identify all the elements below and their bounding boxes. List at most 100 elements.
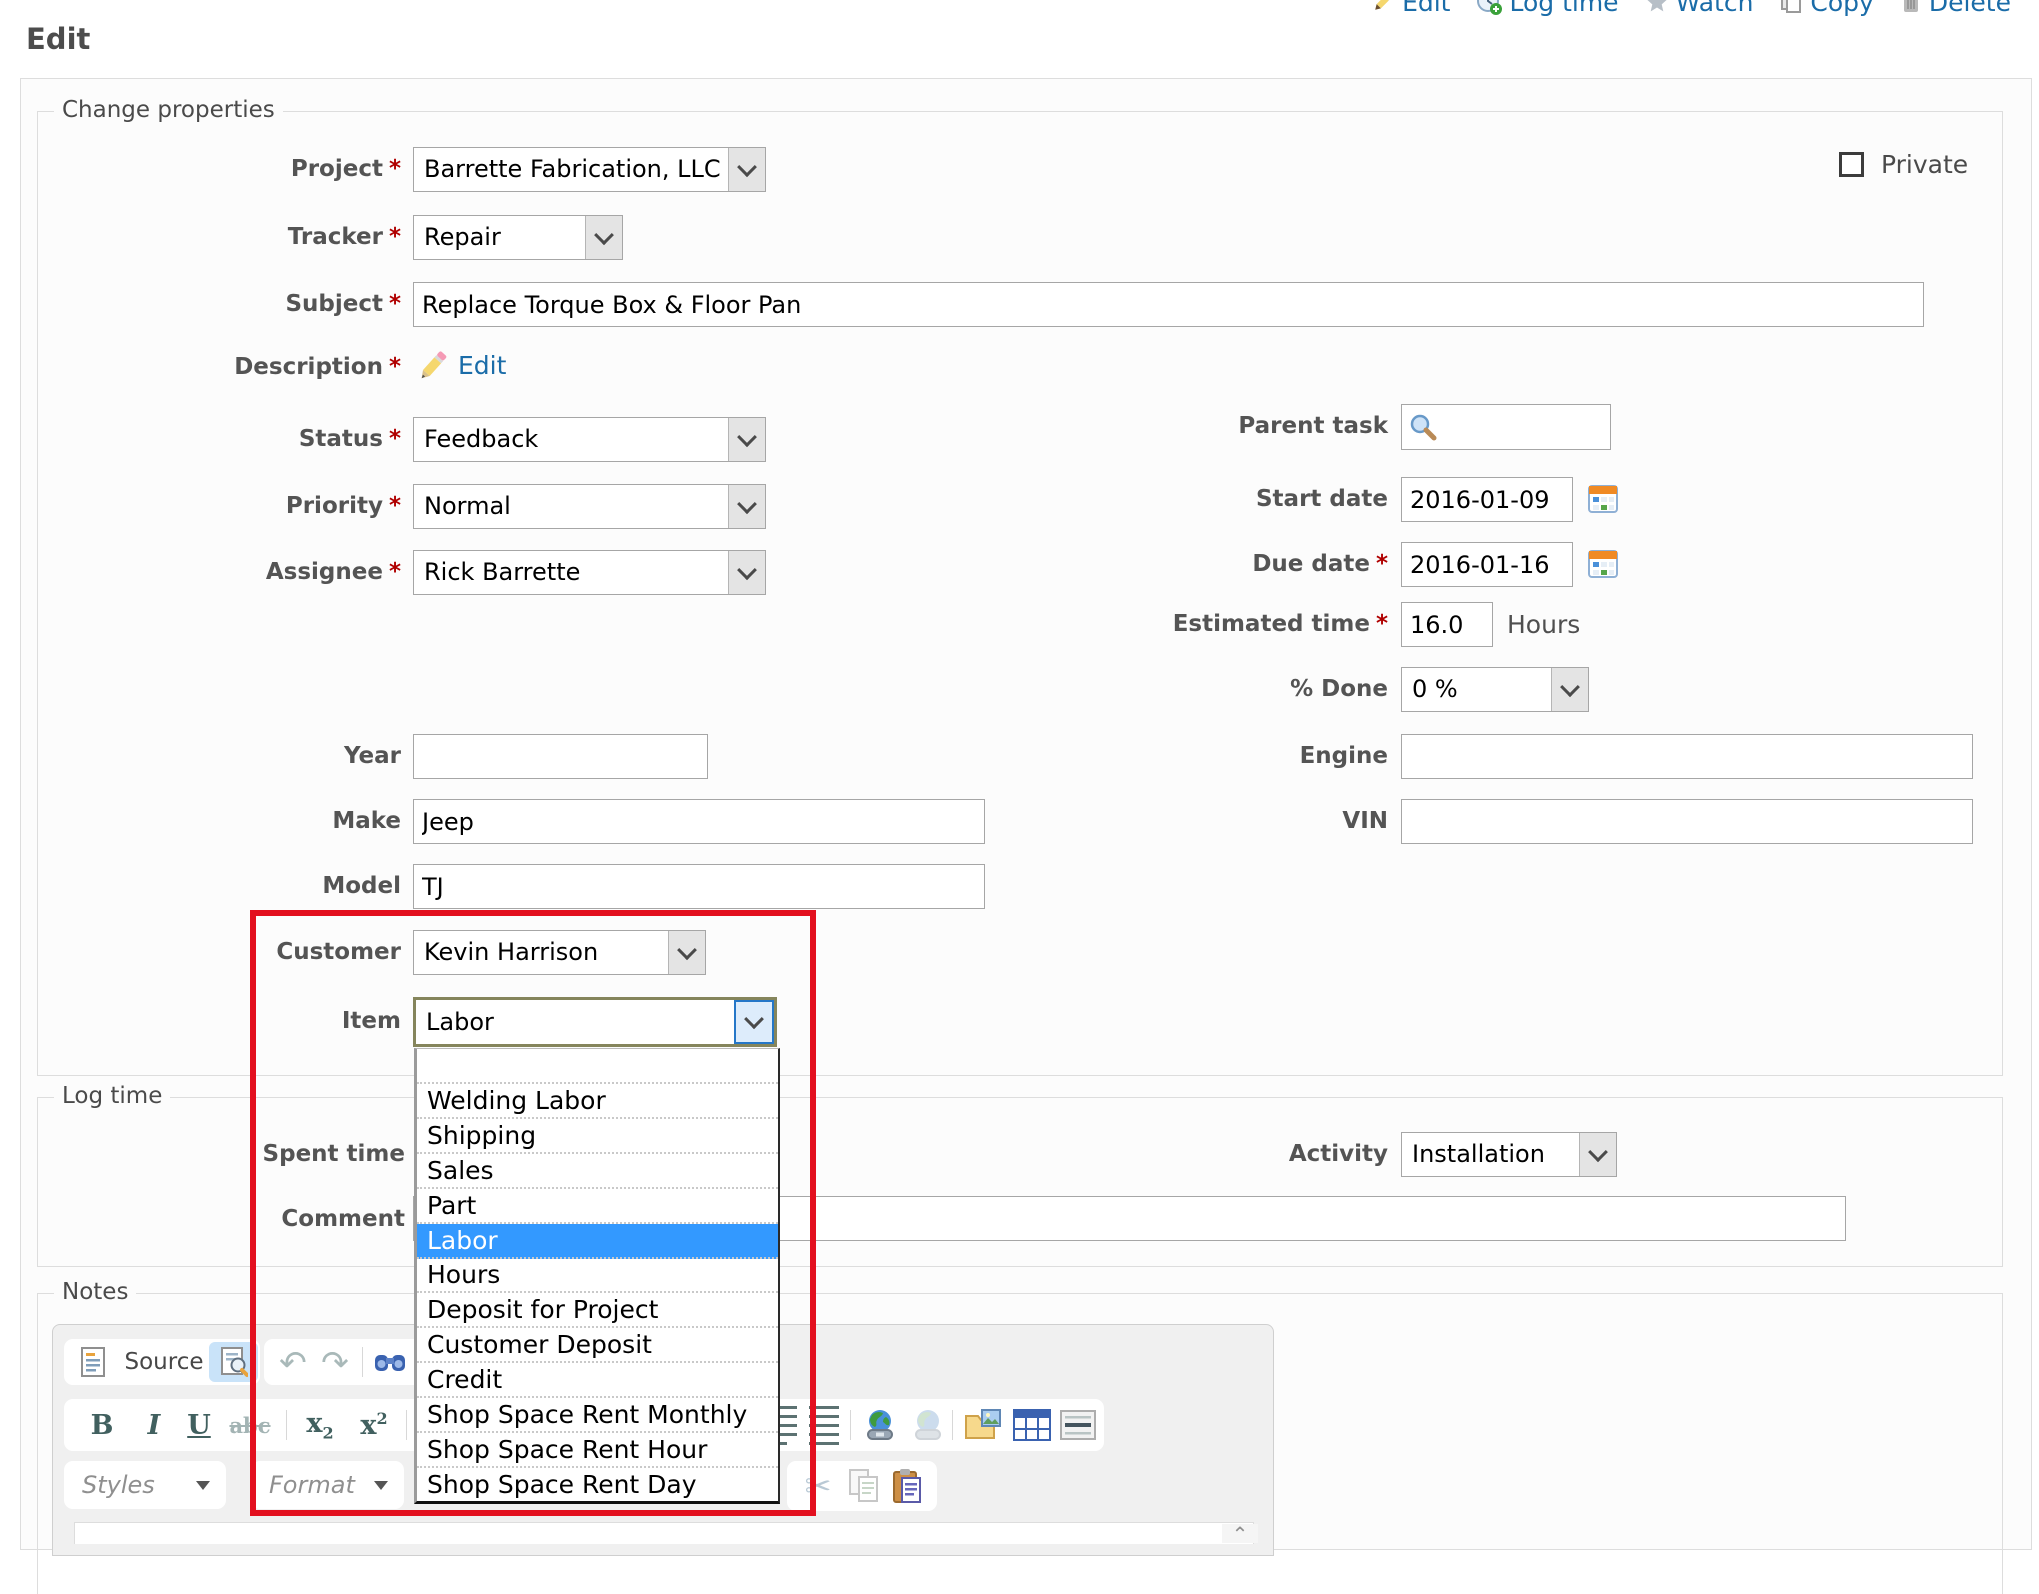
project-label: Project* — [56, 147, 401, 192]
item-option[interactable]: Shop Space Rent Monthly — [417, 1398, 778, 1433]
year-input[interactable] — [413, 734, 708, 779]
estimated-time-label: Estimated time* — [1043, 602, 1388, 647]
description-edit-link[interactable]: Edit — [458, 351, 506, 380]
due-date-label: Due date* — [1043, 542, 1388, 587]
link-icon[interactable] — [858, 1399, 902, 1451]
vin-input[interactable] — [1401, 799, 1973, 844]
edit-action[interactable]: Edit — [1371, 0, 1450, 17]
item-option[interactable]: Sales — [417, 1154, 778, 1189]
chevron-down-icon — [728, 418, 765, 461]
subscript-button[interactable]: x2 — [294, 1399, 346, 1451]
chevron-down-icon — [196, 1481, 210, 1490]
subject-input[interactable] — [413, 282, 1924, 327]
calendar-icon[interactable] — [1587, 482, 1619, 514]
watch-action[interactable]: Watch — [1645, 0, 1754, 17]
paste-icon[interactable] — [887, 1461, 929, 1511]
chevron-down-icon — [734, 1000, 774, 1044]
engine-input[interactable] — [1401, 734, 1973, 779]
status-select[interactable]: Feedback — [413, 417, 766, 462]
delete-action[interactable]: Delete — [1900, 0, 2011, 17]
editor-toolbar-group: ↶ ↷ — [264, 1339, 424, 1385]
item-option[interactable]: Shop Space Rent Day — [417, 1468, 778, 1501]
item-dropdown-list: Welding Labor Shipping Sales Part Labor … — [414, 1048, 780, 1504]
model-input[interactable] — [413, 864, 985, 909]
scrollbar-up-icon[interactable]: ⌃ — [1222, 1524, 1258, 1543]
editor-toolbar-group: ✂ — [787, 1461, 937, 1511]
item-select[interactable]: Labor — [413, 997, 777, 1047]
watch-action-label: Watch — [1676, 0, 1754, 17]
format-dropdown-label: Format — [269, 1461, 355, 1509]
customer-select[interactable]: Kevin Harrison — [413, 930, 706, 975]
underline-button[interactable]: U — [178, 1399, 220, 1451]
undo-icon[interactable]: ↶ — [274, 1339, 312, 1385]
item-option[interactable]: Welding Labor — [417, 1084, 778, 1119]
start-date-input[interactable] — [1401, 477, 1573, 522]
styles-dropdown[interactable]: Styles — [64, 1461, 226, 1509]
assignee-label: Assignee* — [56, 550, 401, 595]
assignee-select[interactable]: Rick Barrette — [413, 550, 766, 595]
item-option[interactable]: Credit — [417, 1363, 778, 1398]
unlink-icon[interactable] — [906, 1399, 950, 1451]
activity-select[interactable]: Installation — [1401, 1132, 1617, 1177]
percent-done-select[interactable]: 0 % — [1401, 667, 1589, 712]
preview-button[interactable] — [209, 1342, 258, 1382]
chevron-down-icon — [728, 551, 765, 594]
redo-icon[interactable]: ↷ — [316, 1339, 354, 1385]
year-label: Year — [56, 734, 401, 779]
item-option[interactable]: Shipping — [417, 1119, 778, 1154]
make-label: Make — [56, 799, 401, 844]
cut-icon[interactable]: ✂ — [797, 1461, 839, 1511]
priority-select[interactable]: Normal — [413, 484, 766, 529]
source-button-label[interactable]: Source — [114, 1339, 214, 1385]
make-input[interactable] — [413, 799, 985, 844]
context-toolbar: Edit Log time Watch Copy Delete — [1371, 0, 2011, 18]
delete-action-label: Delete — [1929, 0, 2011, 17]
due-date-input[interactable] — [1401, 542, 1573, 587]
customer-label: Customer — [56, 930, 401, 975]
table-icon[interactable] — [1008, 1399, 1056, 1451]
edit-action-label: Edit — [1402, 0, 1450, 17]
percent-done-label: % Done — [1043, 667, 1388, 712]
justify-block-icon[interactable] — [806, 1399, 842, 1451]
estimated-time-input[interactable] — [1401, 602, 1493, 647]
notes-legend: Notes — [54, 1279, 136, 1305]
star-icon — [1645, 0, 1669, 14]
log-time-legend: Log time — [54, 1083, 170, 1109]
horizontal-rule-icon[interactable] — [1056, 1399, 1100, 1451]
parent-task-label: Parent task — [1043, 404, 1388, 449]
pencil-icon — [416, 347, 448, 385]
item-option[interactable]: Deposit for Project — [417, 1293, 778, 1328]
copy-action[interactable]: Copy — [1779, 0, 1873, 17]
magnifier-icon — [1409, 413, 1437, 441]
find-icon[interactable] — [370, 1339, 410, 1385]
format-dropdown[interactable]: Format — [251, 1461, 404, 1509]
parent-task-field[interactable] — [1401, 404, 1611, 450]
copy-action-label: Copy — [1810, 0, 1873, 17]
item-option[interactable]: Shop Space Rent Hour — [417, 1433, 778, 1468]
chevron-down-icon — [1579, 1133, 1616, 1176]
strikethrough-button[interactable]: abc — [222, 1399, 278, 1451]
editor-content-area[interactable] — [74, 1522, 1254, 1544]
item-option[interactable] — [417, 1049, 778, 1084]
image-icon[interactable] — [960, 1399, 1008, 1451]
italic-button[interactable]: I — [136, 1399, 172, 1451]
item-option-selected[interactable]: Labor — [417, 1224, 778, 1259]
chevron-down-icon — [728, 148, 765, 191]
tracker-select[interactable]: Repair — [413, 215, 623, 260]
log-time-action-label: Log time — [1509, 0, 1618, 17]
source-button[interactable] — [78, 1339, 108, 1385]
item-option[interactable]: Customer Deposit — [417, 1328, 778, 1363]
log-time-action[interactable]: Log time — [1476, 0, 1618, 17]
source-doc-icon — [81, 1347, 105, 1377]
chevron-down-icon — [728, 485, 765, 528]
copy-pages-icon[interactable] — [843, 1461, 885, 1511]
bold-button[interactable]: B — [82, 1399, 122, 1451]
project-select[interactable]: Barrette Fabrication, LLC — [413, 147, 766, 192]
activity-label: Activity — [1043, 1132, 1388, 1177]
private-checkbox[interactable] — [1839, 152, 1864, 177]
item-label: Item — [56, 999, 401, 1044]
calendar-icon[interactable] — [1587, 547, 1619, 579]
superscript-button[interactable]: x2 — [348, 1399, 400, 1451]
item-option[interactable]: Part — [417, 1189, 778, 1224]
item-option[interactable]: Hours — [417, 1259, 778, 1294]
